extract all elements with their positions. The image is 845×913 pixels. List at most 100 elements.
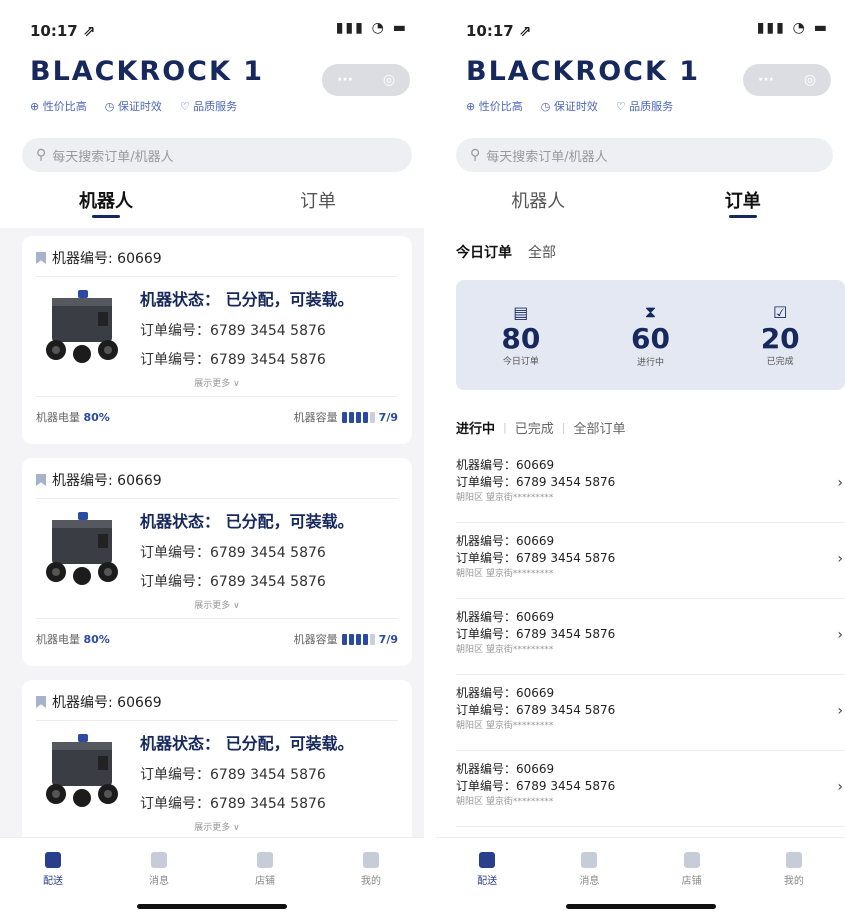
card-header: 机器编号: 60669 [36, 248, 398, 277]
tabbar-label: 消息 [149, 876, 169, 887]
bookmark-icon [36, 696, 46, 708]
search-icon: ⚲ [36, 147, 47, 163]
tabbar-label: 我的 [783, 876, 804, 887]
order-number: 订单编号：6789 3454 5876 [140, 352, 326, 368]
capacity-bar-segment [341, 411, 347, 423]
capacity-bar-segment [341, 633, 347, 645]
robot-screen: 10:17 ⇗ ▮▮▮ ◔ ▬ BLACKROCK 1 ⊕ 性价比高 ◷ 保证时… [0, 0, 424, 913]
capacity-bar-segment [362, 633, 368, 645]
tabbar-label: 店铺 [681, 876, 702, 887]
chevron-right-icon: › [837, 627, 843, 643]
capacity-label: 机器容量 [293, 411, 338, 424]
tab-orders[interactable]: 订单 [212, 172, 424, 228]
tabbar-store[interactable]: 店铺 [641, 838, 743, 913]
search-icon: ⚲ [470, 147, 481, 163]
tabbar-profile[interactable]: 我的 [743, 838, 845, 913]
stat-today[interactable]: ▤ 80 今日订单 [456, 280, 586, 390]
search-input[interactable]: ⚲ 每天搜索订单/机器人 [456, 138, 833, 172]
capacity-bar-segment [369, 411, 375, 423]
chevron-right-icon: › [837, 551, 843, 567]
order-number: 订单编号：6789 3454 5876 [456, 703, 616, 717]
chevron-right-icon: › [837, 475, 843, 491]
tabbar-profile[interactable]: 我的 [318, 838, 424, 913]
screen-gap [424, 0, 436, 913]
main-tabs: 机器人 订单 [0, 172, 424, 228]
card-info: 机器状态： 已分配，可装载。 订单编号：6789 3454 5876 订单编号：67… [140, 508, 354, 600]
capacity-info: 机器容量 7/9 [294, 409, 398, 425]
order-list-item[interactable]: 机器编号：60669 订单编号：6789 3454 5876 朝阳区 望京街****… [456, 751, 845, 827]
tabbar-label: 店铺 [255, 876, 275, 887]
tabbar-delivery[interactable]: 配送 [436, 838, 538, 913]
order-machine-id: 机器编号：60669 [456, 534, 555, 548]
message-icon [581, 852, 598, 868]
robot-card[interactable]: 机器编号: 60669 机器状态： 已分配，可装载。 订单编号：6789 3454 … [22, 458, 412, 666]
order-address: 朝阳区 望京街********* [456, 569, 554, 579]
capacity-bar-segment [355, 411, 361, 423]
order-machine-id: 机器编号：60669 [456, 458, 555, 472]
status-icons: ▮▮▮ ◔ ▬ [756, 20, 829, 36]
more-menu-icon[interactable]: ··· [758, 72, 774, 88]
show-more-button[interactable]: 展示更多 ∨ [22, 598, 412, 611]
bookmark-icon [36, 252, 46, 264]
tab-orders[interactable]: 订单 [641, 172, 845, 228]
order-address: 朝阳区 望京街********* [456, 645, 554, 655]
tabbar-label: 我的 [361, 876, 381, 887]
show-more-button[interactable]: 展示更多 ∨ [22, 820, 412, 833]
subtab-today[interactable]: 今日订单 [456, 242, 512, 268]
tabbar-store[interactable]: 店铺 [212, 838, 318, 913]
show-more-button[interactable]: 展示更多 ∨ [22, 376, 412, 389]
close-icon[interactable]: ◎ [383, 72, 395, 88]
subtab-all[interactable]: 全部 [528, 242, 556, 268]
card-footer: 机器电量 80% 机器容量 7/9 [36, 396, 398, 425]
machine-id: 机器编号: 60669 [52, 473, 162, 489]
stat-label: 已完成 [766, 357, 794, 368]
order-list-item[interactable]: 机器编号：60669 订单编号：6789 3454 5876 朝阳区 望京街****… [456, 447, 845, 523]
order-list-item[interactable]: 机器编号：60669 订单编号：6789 3454 5876 朝阳区 望京街****… [456, 675, 845, 751]
orders-screen: 10:17 ⇗ ▮▮▮ ◔ ▬ BLACKROCK 1 ⊕ 性价比高 ◷ 保证时… [436, 0, 845, 913]
store-icon [683, 852, 700, 868]
bottom-tabbar: 配送 消息 店铺 我的 [436, 837, 845, 913]
stat-completed[interactable]: ☑ 20 已完成 [715, 280, 845, 390]
robot-card[interactable]: 机器编号: 60669 机器状态： 已分配，可装载。 订单编号：6789 3454 … [22, 236, 412, 444]
brand-tags: ⊕ 性价比高 ◷ 保证时效 ♡ 品质服务 [30, 98, 237, 114]
order-range-tabs: 今日订单 全部 [436, 228, 845, 268]
order-list: 机器编号：60669 订单编号：6789 3454 5876 朝阳区 望京街****… [436, 447, 845, 827]
tag-value: ⊕ 性价比高 [466, 100, 523, 113]
hourglass-icon: ⧗ [644, 302, 657, 322]
filter-in-progress[interactable]: 进行中 [456, 418, 495, 437]
order-number: 订单编号：6789 3454 5876 [456, 551, 616, 565]
battery-label: 机器电量 [36, 633, 80, 646]
filter-separator: | [561, 421, 566, 434]
profile-icon [785, 852, 802, 868]
order-address: 朝阳区 望京街********* [456, 721, 554, 731]
more-menu-icon[interactable]: ··· [337, 72, 353, 88]
machine-id: 机器编号: 60669 [52, 695, 162, 711]
close-icon[interactable]: ◎ [804, 72, 816, 88]
stat-number: 20 [760, 321, 800, 355]
capacity-value: 7/9 [378, 632, 398, 646]
stat-in-progress[interactable]: ⧗ 60 进行中 [586, 280, 716, 390]
capacity-value: 7/9 [378, 410, 398, 424]
order-address: 朝阳区 望京街********* [456, 493, 554, 503]
stat-number: 60 [631, 322, 670, 356]
tab-robot[interactable]: 机器人 [0, 172, 212, 228]
bottom-tabbar: 配送 消息 店铺 我的 [0, 837, 424, 913]
app-header: BLACKROCK 1 ⊕ 性价比高 ◷ 保证时效 ♡ 品质服务 ··· ◎ [436, 52, 845, 132]
status-bar: 10:17 ⇗ ▮▮▮ ◔ ▬ [0, 0, 424, 52]
brand-logo: BLACKROCK 1 [30, 56, 265, 87]
order-list-item[interactable]: 机器编号：60669 订单编号：6789 3454 5876 朝阳区 望京街****… [456, 523, 845, 599]
filter-all-orders[interactable]: 全部订单 [573, 418, 625, 437]
search-input[interactable]: ⚲ 每天搜索订单/机器人 [22, 138, 412, 172]
capacity-bar-segment [348, 411, 354, 423]
tab-robot[interactable]: 机器人 [436, 172, 641, 228]
order-number: 订单编号：6789 3454 5876 [456, 627, 616, 641]
tabbar-label: 配送 [477, 876, 498, 887]
machine-status: 机器状态： 已分配，可装载。 [140, 512, 354, 531]
status-time: 10:17 ⇗ [30, 22, 96, 40]
machine-status: 机器状态： 已分配，可装载。 [140, 290, 354, 309]
tabbar-delivery[interactable]: 配送 [0, 838, 106, 913]
tabbar-messages[interactable]: 消息 [538, 838, 640, 913]
order-list-item[interactable]: 机器编号：60669 订单编号：6789 3454 5876 朝阳区 望京街****… [456, 599, 845, 675]
tabbar-messages[interactable]: 消息 [106, 838, 212, 913]
filter-completed[interactable]: 已完成 [515, 418, 554, 437]
